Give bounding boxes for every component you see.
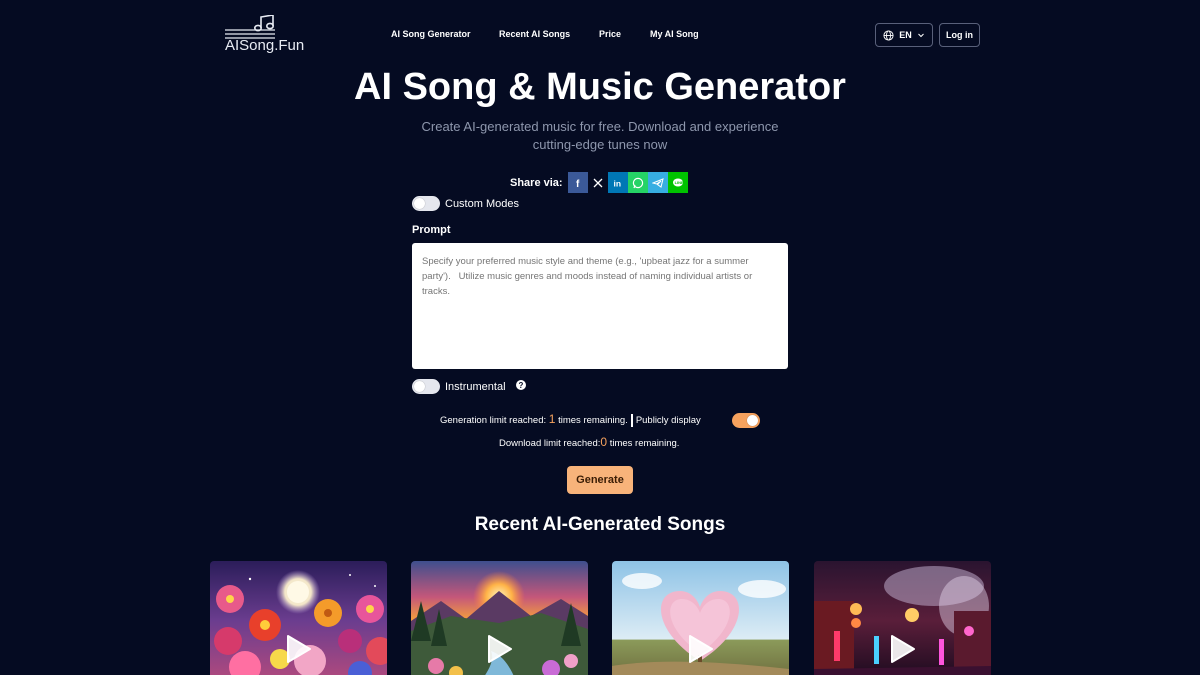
nav-price[interactable]: Price [599, 29, 621, 39]
prompt-label: Prompt [412, 224, 451, 236]
instrumental-label: Instrumental [445, 381, 506, 393]
globe-icon [883, 29, 894, 41]
instrumental-toggle[interactable] [412, 379, 440, 394]
share-whatsapp-button[interactable] [627, 172, 648, 193]
whatsapp-icon [632, 177, 643, 188]
public-display-toggle[interactable] [732, 413, 760, 428]
nav-recent-ai-songs[interactable]: Recent AI Songs [499, 29, 570, 39]
recent-songs-title: Recent AI-Generated Songs [474, 514, 726, 535]
play-icon[interactable] [487, 634, 513, 664]
line-icon: LINE [672, 178, 684, 186]
generate-button[interactable]: Generate [567, 466, 633, 494]
song-card[interactable] [411, 561, 588, 675]
page-title: AI Song & Music Generator [354, 66, 846, 108]
help-icon[interactable]: ? [516, 380, 526, 390]
share-bar: Share via: f in LINE [510, 172, 688, 193]
chevron-down-icon [917, 33, 924, 38]
language-label: EN [899, 30, 912, 40]
toggle-knob [414, 198, 425, 209]
song-card[interactable] [612, 561, 789, 675]
main-nav: AI Song Generator Recent AI Songs Price … [0, 29, 1200, 43]
share-x-button[interactable] [587, 172, 608, 193]
song-card[interactable] [210, 561, 387, 675]
share-facebook-button[interactable]: f [567, 172, 588, 193]
language-selector[interactable]: EN [875, 23, 933, 47]
svg-text:f: f [576, 179, 580, 188]
play-icon[interactable] [688, 634, 714, 664]
share-line-button[interactable]: LINE [667, 172, 688, 193]
play-icon[interactable] [890, 634, 916, 664]
generation-limit-suffix: times remaining. [558, 415, 628, 426]
x-icon [593, 178, 603, 187]
telegram-icon [651, 177, 664, 188]
prompt-input[interactable] [412, 243, 788, 369]
toggle-knob [414, 381, 425, 392]
nav-my-ai-song[interactable]: My AI Song [650, 29, 699, 39]
download-count: 0 [600, 435, 608, 449]
play-icon[interactable] [286, 634, 312, 664]
divider [630, 413, 633, 427]
song-card[interactable] [814, 561, 991, 675]
share-linkedin-button[interactable]: in [607, 172, 628, 193]
generation-count: 1 [548, 412, 556, 426]
custom-modes-toggle[interactable] [412, 196, 440, 211]
download-limit-prefix: Download limit reached: [499, 438, 601, 449]
generation-limit-prefix: Generation limit reached: [440, 415, 547, 426]
nav-ai-song-generator[interactable]: AI Song Generator [391, 29, 471, 39]
login-button[interactable]: Log in [939, 23, 980, 47]
share-label: Share via: [510, 176, 563, 189]
download-limit-suffix: times remaining. [609, 438, 680, 449]
download-limit: Download limit reached:0 times remaining… [499, 435, 679, 449]
page-subtitle: Create AI-generated music for free. Down… [421, 119, 779, 152]
linkedin-icon: in [613, 178, 621, 188]
svg-text:LINE: LINE [674, 180, 683, 185]
facebook-icon: f [576, 179, 580, 188]
svg-text:in: in [613, 178, 621, 188]
share-telegram-button[interactable] [647, 172, 668, 193]
toggle-knob [747, 415, 758, 426]
custom-modes-label: Custom Modes [445, 198, 519, 210]
public-display-label: Publicly display [635, 415, 701, 426]
generation-limit: Generation limit reached: 1 times remain… [440, 412, 701, 427]
